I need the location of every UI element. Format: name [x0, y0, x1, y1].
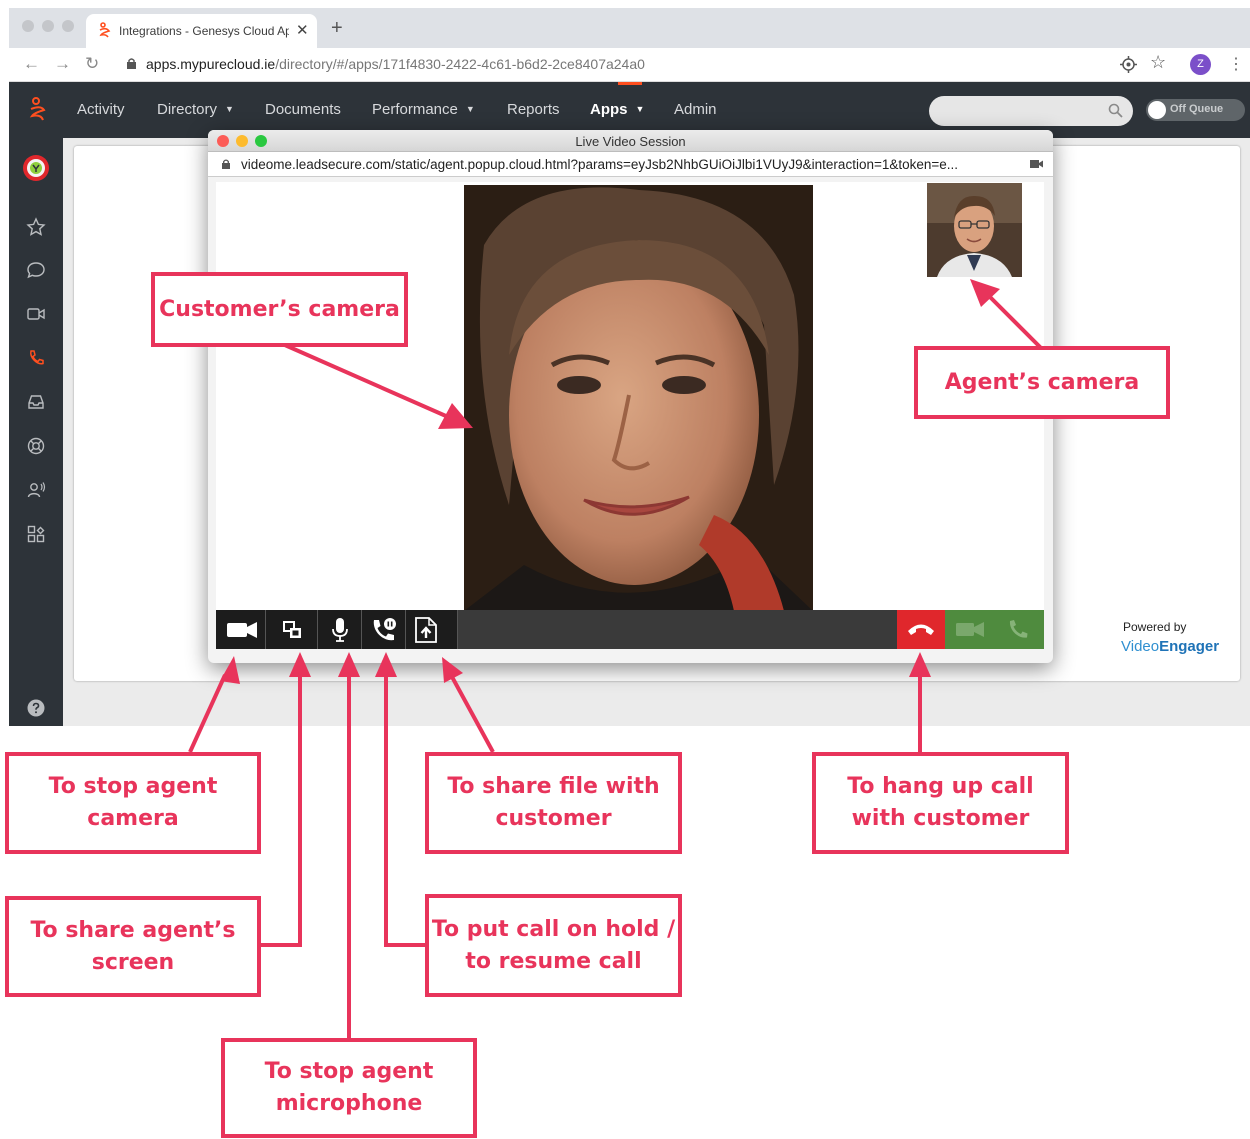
new-tab-button[interactable]: +	[331, 18, 343, 38]
chevron-down-icon: ▼	[225, 104, 234, 114]
popup-title: Live Video Session	[575, 134, 686, 149]
hold-call-icon	[373, 618, 396, 641]
chevron-down-icon: ▼	[635, 104, 645, 114]
profile-avatar[interactable]: Z	[1190, 54, 1211, 75]
genesys-logo-icon	[99, 22, 111, 38]
status-avatar-icon[interactable]	[22, 154, 50, 182]
star-icon[interactable]: ☆	[1150, 52, 1166, 73]
video-icon[interactable]	[26, 304, 46, 324]
browser-window-chrome: Integrations - Genesys Cloud App ✕ + ← →…	[9, 8, 1250, 82]
location-target-icon[interactable]	[1120, 56, 1137, 73]
nav-directory-label: Directory	[157, 101, 218, 118]
video-call-icon	[956, 622, 984, 637]
customer-camera-video	[464, 185, 813, 611]
lock-icon	[127, 58, 136, 69]
popup-url-host: videome.leadsecure.com	[241, 157, 392, 172]
nav-apps[interactable]: Apps ▼	[590, 101, 644, 118]
camera-indicator-icon	[1030, 160, 1043, 168]
share-screen-button[interactable]	[266, 610, 318, 649]
callout-share-screen: To share agent’s screen	[5, 896, 261, 997]
url-host: apps.mypurecloud.ie	[146, 56, 276, 72]
active-nav-indicator	[618, 82, 642, 85]
help-icon[interactable]	[27, 699, 45, 717]
screen-share-icon	[283, 621, 301, 638]
toggle-knob	[1148, 101, 1166, 119]
menu-icon[interactable]: ⋮	[1228, 54, 1244, 74]
forward-icon[interactable]: →	[54, 54, 71, 74]
inbox-icon[interactable]	[26, 392, 46, 412]
brand-part-video: Video	[1121, 638, 1160, 655]
window-minimize-dot[interactable]	[42, 20, 54, 32]
tab-close-icon[interactable]: ✕	[296, 21, 309, 39]
hangup-button[interactable]	[897, 610, 945, 649]
lock-icon	[222, 159, 230, 169]
genesys-logo-icon[interactable]	[29, 97, 46, 125]
nav-directory[interactable]: Directory ▼	[157, 101, 234, 118]
search-input[interactable]	[929, 96, 1133, 126]
sidebar	[9, 138, 63, 726]
hangup-icon	[908, 624, 934, 635]
nav-documents[interactable]: Documents	[265, 101, 341, 118]
window-maximize-dot[interactable]	[62, 20, 74, 32]
hold-call-button[interactable]	[362, 610, 406, 649]
file-share-icon	[415, 617, 437, 643]
popup-url[interactable]: videome.leadsecure.com/static/agent.popu…	[241, 157, 1011, 172]
nav-activity[interactable]: Activity	[77, 101, 125, 118]
reload-icon[interactable]: ↻	[85, 54, 99, 74]
address-bar[interactable]: apps.mypurecloud.ie/directory/#/apps/171…	[146, 56, 645, 72]
callout-stop-camera: To stop agent camera	[5, 752, 261, 854]
browser-toolbar: ← → ↻ apps.mypurecloud.ie/directory/#/ap…	[9, 48, 1250, 82]
videoengager-logo[interactable]: VideoEngager	[1121, 638, 1219, 655]
url-path: /directory/#/apps/171f4830-2422-4c61-b6d…	[275, 56, 645, 72]
callout-stop-microphone: To stop agent microphone	[221, 1038, 477, 1138]
callout-agent-camera: Agent’s camera	[914, 346, 1170, 419]
stop-camera-button[interactable]	[216, 610, 266, 649]
phone-icon[interactable]	[26, 348, 46, 368]
microphone-icon	[332, 618, 348, 642]
powered-by-label: Powered by	[1123, 620, 1187, 634]
contacts-icon[interactable]	[26, 480, 46, 500]
share-file-button[interactable]	[406, 610, 458, 649]
nav-performance-label: Performance	[372, 101, 458, 118]
back-icon[interactable]: ←	[23, 54, 40, 74]
queue-status-label: Off Queue	[1170, 103, 1224, 115]
camera-icon	[227, 622, 257, 638]
callout-customer-camera: Customer’s camera	[151, 272, 408, 347]
nav-reports[interactable]: Reports	[507, 101, 560, 118]
popup-address-bar: videome.leadsecure.com/static/agent.popu…	[208, 152, 1053, 177]
callout-share-file: To share file with customer	[425, 752, 682, 854]
nav-performance[interactable]: Performance ▼	[372, 101, 475, 118]
chat-icon[interactable]	[26, 260, 46, 280]
support-icon[interactable]	[26, 436, 46, 456]
apps-grid-icon[interactable]	[26, 524, 46, 544]
search-icon[interactable]	[1108, 103, 1123, 118]
chevron-down-icon: ▼	[465, 104, 475, 114]
window-close-dot[interactable]	[22, 20, 34, 32]
audio-call-icon	[1009, 620, 1028, 638]
nav-admin[interactable]: Admin	[674, 101, 717, 118]
stop-microphone-button[interactable]	[318, 610, 362, 649]
call-control-bar	[216, 610, 1044, 649]
callout-hang-up: To hang up call with customer	[812, 752, 1069, 854]
audio-call-button[interactable]	[995, 610, 1044, 649]
browser-tab[interactable]: Integrations - Genesys Cloud App ✕	[86, 14, 317, 48]
popup-title-bar: Live Video Session	[208, 130, 1053, 152]
popup-url-path: /static/agent.popup.cloud.html?params=ey…	[391, 157, 959, 172]
queue-toggle[interactable]: Off Queue	[1146, 99, 1245, 121]
nav-apps-label: Apps	[590, 101, 628, 118]
video-call-button[interactable]	[945, 610, 995, 649]
callout-hold-call: To put call on hold / to resume call	[425, 894, 682, 997]
tab-title: Integrations - Genesys Cloud App	[119, 24, 289, 38]
brand-part-engager: Engager	[1159, 638, 1220, 655]
agent-camera-video	[927, 183, 1022, 277]
favorites-icon[interactable]	[26, 217, 46, 237]
